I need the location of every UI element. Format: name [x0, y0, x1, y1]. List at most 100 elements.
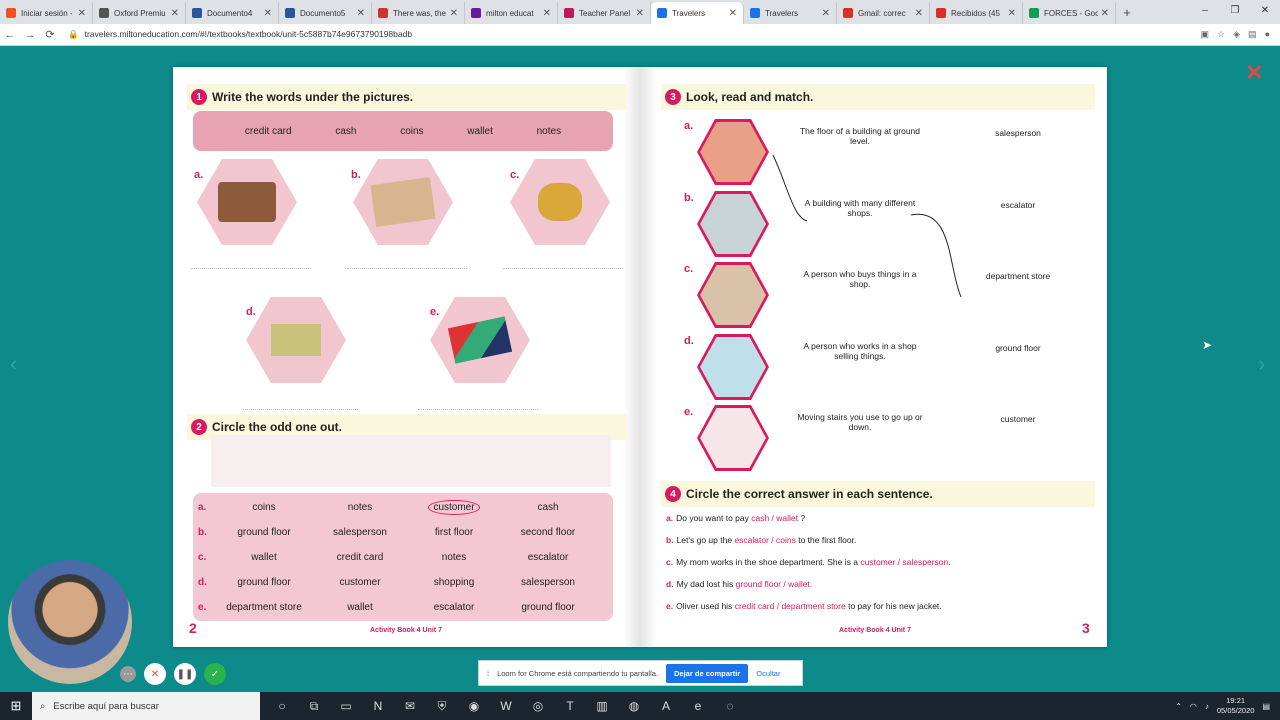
next-page-icon[interactable]: › — [1258, 351, 1265, 377]
back-icon[interactable]: ← — [0, 29, 20, 41]
word-option[interactable]: ground floor — [493, 602, 603, 613]
address-bar: ← → ⟳ 🔒 travelers.miltoneducation.com/#!/… — [0, 24, 1280, 46]
answer-line[interactable] — [243, 409, 358, 410]
word-option[interactable]: coins — [209, 502, 319, 513]
pdf-icon[interactable]: ▤ — [1248, 29, 1257, 40]
volume-icon[interactable]: ♪ — [1205, 702, 1209, 711]
tab-close-icon[interactable]: ✕ — [171, 8, 179, 19]
minimize-button[interactable]: – — [1190, 0, 1220, 22]
cortana-icon[interactable]: ○ — [266, 699, 298, 714]
maximize-button[interactable]: ❐ — [1220, 0, 1250, 22]
finish-recording-icon[interactable]: ✓ — [204, 663, 226, 685]
word-option[interactable]: ground floor — [209, 527, 319, 538]
browser-tab[interactable]: Oxford Premiu ✕ — [93, 2, 186, 24]
drag-handle-icon[interactable]: ⁞ — [487, 669, 489, 678]
word-icon[interactable]: W — [490, 699, 522, 714]
firefox-icon[interactable]: ◉ — [458, 699, 490, 714]
answer-line[interactable] — [347, 268, 467, 269]
match-answer[interactable]: customer — [973, 414, 1063, 424]
security-icon[interactable]: ⛨ — [426, 699, 458, 714]
browser-tab[interactable]: milton educat ✕ — [465, 2, 558, 24]
answer-options[interactable]: cash / wallet — [751, 513, 798, 523]
notification-icon[interactable]: ▤ — [1262, 702, 1270, 711]
browser-tab[interactable]: Documento5 ✕ — [279, 2, 372, 24]
tray-chevron-icon[interactable]: ⌃ — [1175, 702, 1182, 711]
tab-close-icon[interactable]: ✕ — [636, 8, 644, 19]
answer-line[interactable] — [191, 268, 311, 269]
match-definition[interactable]: Moving stairs you use to go up or down. — [797, 412, 923, 432]
teams-icon[interactable]: T — [554, 699, 586, 714]
browser-tab[interactable]: Travelers ✕ — [744, 2, 837, 24]
browser-tab[interactable]: FORCES - Goo ✕ — [1023, 2, 1116, 24]
answer-line[interactable] — [503, 268, 623, 269]
library-icon[interactable]: ▥ — [586, 699, 618, 714]
word-option[interactable]: salesperson — [493, 577, 603, 588]
whatsapp-icon[interactable]: ◍ — [618, 699, 650, 714]
browser-tab[interactable]: Teacher Panel ✕ — [558, 2, 651, 24]
more-icon[interactable]: ⋯ — [120, 666, 136, 682]
edge-icon[interactable]: e — [682, 699, 714, 714]
acrobat-icon[interactable]: A — [650, 699, 682, 714]
word-option[interactable]: cash — [493, 502, 603, 513]
tab-close-icon[interactable]: ✕ — [822, 8, 830, 19]
profile-avatar[interactable]: ● — [1265, 29, 1270, 40]
sentence-text: My mom works in the shoe department. She… — [676, 557, 858, 567]
close-window-button[interactable]: ✕ — [1250, 0, 1280, 22]
browser-tab[interactable]: Recibidos (45 ✕ — [930, 2, 1023, 24]
prev-page-icon[interactable]: ‹ — [10, 351, 17, 377]
tab-close-icon[interactable]: ✕ — [915, 8, 923, 19]
hide-button[interactable]: Ocultar — [756, 669, 780, 678]
word-option[interactable]: department store — [209, 602, 319, 613]
stop-sharing-button[interactable]: Dejar de compartir — [666, 663, 749, 683]
close-viewer-icon[interactable]: ✕ — [1245, 60, 1263, 86]
browser-tab[interactable]: Documento4 ✕ — [186, 2, 279, 24]
forward-icon[interactable]: → — [20, 29, 40, 41]
word-option[interactable]: second floor — [493, 527, 603, 538]
cast-icon[interactable]: ▣ — [1201, 29, 1210, 40]
mail-icon[interactable]: ✉ — [394, 699, 426, 714]
taskbar-search[interactable]: ⌕ Escribe aquí para buscar — [32, 692, 260, 720]
answer-options[interactable]: credit card / department store — [735, 601, 846, 611]
browser-tab[interactable]: There was, the ✕ — [372, 2, 465, 24]
file-explorer-icon[interactable]: ▭ — [330, 699, 362, 714]
wifi-icon[interactable]: ◠ — [1190, 702, 1197, 711]
tab-close-icon[interactable]: ✕ — [1008, 8, 1016, 19]
reload-icon[interactable]: ⟳ — [40, 28, 60, 41]
match-definition[interactable]: The floor of a building at ground level. — [797, 126, 923, 146]
task-view-icon[interactable]: ⧉ — [298, 699, 330, 714]
match-answer[interactable]: department store — [973, 271, 1063, 281]
word-option[interactable]: ground floor — [209, 577, 319, 588]
netflix-icon[interactable]: N — [362, 699, 394, 714]
answer-options[interactable]: ground floor / wallet. — [736, 579, 813, 589]
tab-close-icon[interactable]: ✕ — [264, 8, 272, 19]
clock-date: 05/05/2020 — [1216, 706, 1255, 715]
answer-line[interactable] — [418, 409, 538, 410]
match-answer[interactable]: salesperson — [973, 128, 1063, 138]
word-option[interactable]: wallet — [209, 552, 319, 563]
start-icon[interactable]: ⊞ — [0, 698, 32, 714]
clock[interactable]: 19:21 05/05/2020 — [1217, 696, 1255, 716]
tab-close-icon[interactable]: ✕ — [450, 8, 458, 19]
chrome-icon[interactable]: ◎ — [522, 699, 554, 714]
match-definition[interactable]: A person who works in a shop selling thi… — [797, 341, 923, 361]
app-icon[interactable]: ◌ — [714, 699, 746, 714]
browser-tab[interactable]: Gmail: correc ✕ — [837, 2, 930, 24]
word-option[interactable]: escalator — [493, 552, 603, 563]
match-answer[interactable]: ground floor — [973, 343, 1063, 353]
tab-close-icon[interactable]: ✕ — [543, 8, 551, 19]
tab-close-icon[interactable]: ✕ — [1101, 8, 1109, 19]
browser-tab[interactable]: Travelers ✕ — [651, 2, 744, 24]
cancel-recording-icon[interactable]: ✕ — [144, 663, 166, 685]
new-tab-button[interactable]: + — [1116, 5, 1138, 20]
browser-tab[interactable]: Iniciar sesión - ✕ — [0, 2, 93, 24]
extension-icon[interactable]: ◈ — [1233, 29, 1240, 40]
tab-close-icon[interactable]: ✕ — [357, 8, 365, 19]
answer-options[interactable]: escalator / coins — [734, 535, 795, 545]
tab-close-icon[interactable]: ✕ — [78, 8, 86, 19]
url-field[interactable]: 🔒 travelers.miltoneducation.com/#!/textbo… — [68, 29, 1201, 40]
answer-options[interactable]: customer / salesperson. — [860, 557, 950, 567]
match-answer[interactable]: escalator — [973, 200, 1063, 210]
tab-close-icon[interactable]: ✕ — [729, 8, 737, 19]
star-icon[interactable]: ☆ — [1217, 29, 1225, 40]
pause-icon[interactable]: ❚❚ — [174, 663, 196, 685]
